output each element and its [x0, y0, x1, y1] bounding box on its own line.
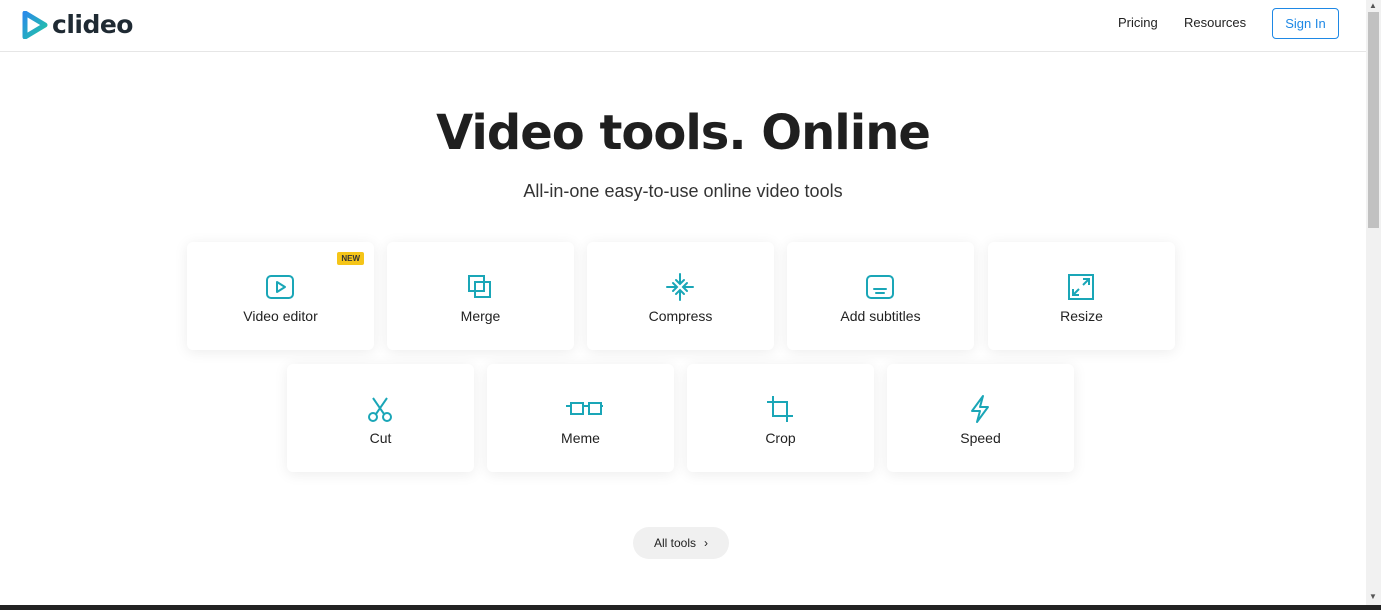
header: clideo Pricing Resources Sign In — [0, 0, 1366, 52]
logo[interactable]: clideo — [22, 10, 133, 39]
tool-card-video-editor[interactable]: NEW Video editor — [187, 242, 374, 350]
tool-label: Cut — [369, 430, 392, 446]
crop-icon — [767, 396, 793, 422]
scissors-icon — [368, 397, 392, 422]
tool-label: Video editor — [243, 308, 318, 324]
scrollbar-thumb[interactable] — [1368, 12, 1379, 228]
clideo-logo-icon — [22, 10, 48, 39]
glasses-icon — [566, 402, 603, 415]
lightning-icon — [971, 395, 989, 423]
tool-label: Compress — [648, 308, 713, 324]
tool-label: Add subtitles — [840, 308, 921, 324]
sign-in-button[interactable]: Sign In — [1272, 8, 1339, 39]
tool-card-speed[interactable]: Speed — [887, 364, 1074, 472]
bottom-bar — [0, 605, 1381, 610]
tool-card-add-subtitles[interactable]: Add subtitles — [787, 242, 974, 350]
tool-card-crop[interactable]: Crop — [687, 364, 874, 472]
all-tools-label: All tools — [653, 536, 697, 550]
page-subtitle: All-in-one easy-to-use online video tool… — [523, 181, 843, 201]
page-title: Video tools. Online — [436, 105, 931, 161]
tool-card-cut[interactable]: Cut — [287, 364, 474, 472]
merge-icon — [468, 275, 491, 298]
chevron-right-icon: › — [704, 536, 709, 550]
tool-label: Meme — [561, 430, 600, 446]
logo-text: clideo — [52, 10, 133, 39]
all-tools-button[interactable]: All tools › — [633, 527, 729, 559]
resize-icon — [1068, 274, 1094, 300]
tool-card-meme[interactable]: Meme — [487, 364, 674, 472]
compress-icon — [666, 273, 694, 301]
tool-label: Speed — [960, 430, 1001, 446]
new-badge: NEW — [337, 252, 364, 265]
tool-card-merge[interactable]: Merge — [387, 242, 574, 350]
nav-resources[interactable]: Resources — [1184, 15, 1246, 30]
tool-label: Merge — [460, 308, 501, 324]
play-icon — [266, 275, 294, 299]
scroll-down-arrow-icon[interactable]: ▼ — [1369, 592, 1377, 601]
tool-label: Crop — [765, 430, 796, 446]
tool-label: Resize — [1060, 308, 1103, 324]
nav-pricing[interactable]: Pricing — [1118, 15, 1158, 30]
tool-card-resize[interactable]: Resize — [988, 242, 1175, 350]
tool-card-compress[interactable]: Compress — [587, 242, 774, 350]
scroll-up-arrow-icon[interactable]: ▲ — [1369, 1, 1377, 10]
subtitles-icon — [866, 275, 894, 299]
